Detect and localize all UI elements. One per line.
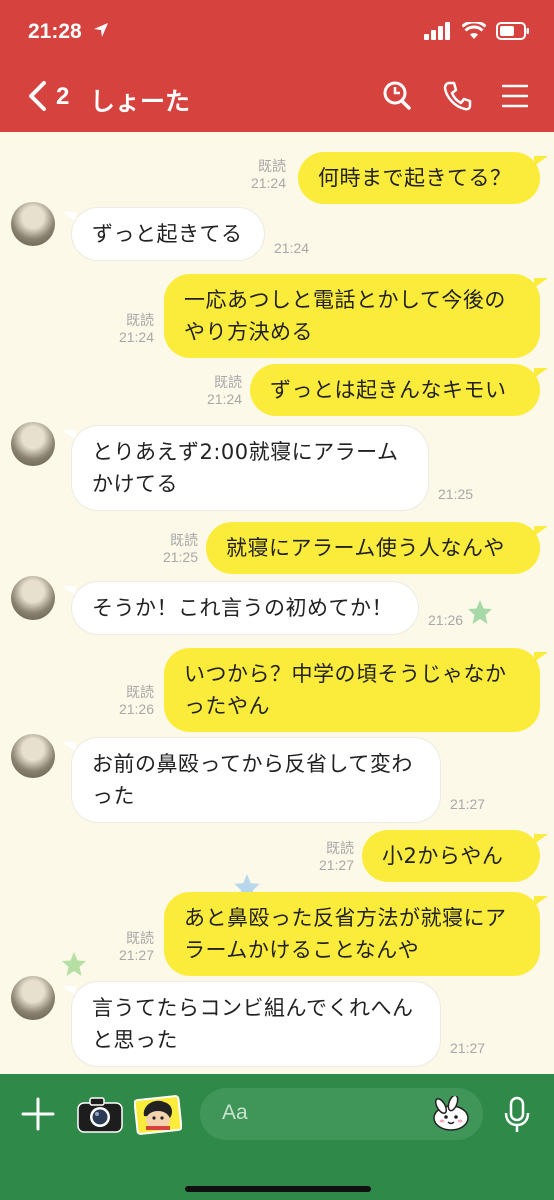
- message-time: 21:24: [206, 391, 242, 407]
- plus-icon[interactable]: [20, 1096, 56, 1132]
- camera-icon[interactable]: [76, 1096, 124, 1134]
- message-line: とりあえず2:00就寝にアラーム: [92, 440, 399, 464]
- unread-count[interactable]: 2: [56, 83, 69, 111]
- signal-icon: [424, 22, 450, 40]
- back-chevron-icon[interactable]: [26, 80, 48, 112]
- message-bubble[interactable]: 何時まで起きてる？: [298, 152, 540, 204]
- message-bubble[interactable]: お前の鼻殴ってから反省して変わ った: [72, 738, 440, 822]
- message-line: お前の鼻殴ってから反省して変わ: [92, 752, 413, 776]
- message-line: と思った: [92, 1028, 178, 1052]
- message-line: ったやん: [184, 694, 270, 718]
- avatar[interactable]: [11, 734, 55, 778]
- read-receipt: 既読: [326, 840, 354, 856]
- message-meta: 既読 21:24: [226, 158, 286, 192]
- message-meta: 既読 21:24: [94, 312, 154, 346]
- bubble-tail: [534, 156, 548, 166]
- status-icons: [424, 22, 530, 40]
- microphone-icon[interactable]: [504, 1096, 530, 1134]
- read-receipt: 既読: [126, 684, 154, 700]
- read-receipt: 既読: [170, 532, 198, 548]
- bubble-tail: [62, 986, 76, 996]
- bubble-tail: [62, 586, 76, 596]
- message-time: 21:27: [450, 796, 486, 812]
- message-meta: 既読 21:25: [138, 532, 198, 566]
- message-line: かけてる: [92, 472, 178, 496]
- message-bubble[interactable]: ずっと起きてる: [72, 208, 264, 260]
- read-receipt: 既読: [214, 374, 242, 390]
- message-line: った: [92, 784, 135, 808]
- bubble-tail: [534, 368, 548, 378]
- message-time: 21:26: [428, 612, 464, 628]
- message-bubble[interactable]: そうか！これ言うの初めてか！: [72, 582, 418, 634]
- avatar[interactable]: [11, 576, 55, 620]
- message-bubble[interactable]: 一応あつしと電話とかして今後の やり方決める: [164, 274, 540, 358]
- message-bubble[interactable]: あと鼻殴った反省方法が就寝にア ラームかけることなんや: [164, 892, 540, 976]
- sticker-icon[interactable]: [134, 1094, 182, 1136]
- message-list[interactable]: 既読 21:24 何時まで起きてる？ ずっと起きてる 21:24 既読 21:24 …: [0, 132, 554, 1074]
- message-time: 21:24: [118, 329, 154, 345]
- header-actions: [382, 80, 528, 112]
- bubble-tail: [62, 430, 76, 440]
- message-bubble[interactable]: 言うてたらコンビ組んでくれへん と思った: [72, 982, 440, 1066]
- message-meta: 既読 21:26: [94, 684, 154, 718]
- home-indicator: [185, 1186, 371, 1192]
- message-time: 21:27: [118, 947, 154, 963]
- message-bubble[interactable]: ずっとは起きんなキモい: [250, 364, 540, 416]
- message-meta: 既読 21:27: [294, 840, 354, 874]
- message-time: 21:27: [450, 1040, 486, 1056]
- read-receipt: 既読: [258, 158, 286, 174]
- message-line: ラームかけることなんや: [184, 938, 420, 962]
- avatar[interactable]: [11, 422, 55, 466]
- menu-icon[interactable]: [502, 80, 528, 112]
- message-bubble[interactable]: とりあえず2:00就寝にアラーム かけてる: [72, 426, 428, 510]
- bubble-tail: [62, 212, 76, 222]
- message-time: 21:27: [318, 857, 354, 873]
- bubble-tail: [534, 526, 548, 536]
- bubble-tail: [62, 742, 76, 752]
- avatar[interactable]: [11, 202, 55, 246]
- message-time: 21:24: [250, 175, 286, 191]
- message-time: 21:25: [162, 549, 198, 565]
- message-bubble[interactable]: 就寝にアラーム使う人なんや: [206, 522, 540, 574]
- message-line: 言うてたらコンビ組んでくれへん: [92, 996, 414, 1020]
- wifi-icon: [462, 22, 486, 39]
- star-icon: [468, 600, 492, 624]
- bubble-tail: [534, 834, 548, 844]
- message-text: ずっと起きてる: [92, 222, 243, 246]
- message-time: 21:26: [118, 701, 154, 717]
- status-time: 21:28: [28, 20, 82, 43]
- bubble-tail: [534, 278, 548, 288]
- message-time: 21:25: [438, 486, 474, 502]
- message-bubble[interactable]: 小2からやん: [362, 830, 540, 882]
- message-text: ずっとは起きんなキモい: [270, 378, 507, 402]
- input-placeholder: Aa: [222, 1101, 248, 1124]
- bubble-tail: [534, 652, 548, 662]
- star-icon: [62, 952, 86, 976]
- message-line: やり方決める: [184, 320, 313, 344]
- message-line: 一応あつしと電話とかして今後の: [184, 288, 506, 312]
- message-line: あと鼻殴った反省方法が就寝にア: [184, 906, 507, 930]
- message-line: いつから？中学の頃そうじゃなか: [184, 662, 507, 686]
- phone-icon[interactable]: [442, 80, 472, 112]
- message-bubble[interactable]: いつから？中学の頃そうじゃなか ったやん: [164, 648, 540, 732]
- read-receipt: 既読: [126, 312, 154, 328]
- message-text: そうか！これ言うの初めてか！: [92, 596, 393, 620]
- location-arrow-icon: [94, 23, 108, 37]
- composer-bar: Aa: [0, 1074, 554, 1200]
- search-icon[interactable]: [382, 80, 412, 112]
- battery-icon: [496, 22, 529, 40]
- chat-header: 21:28 2 しょーた: [0, 0, 554, 132]
- message-time: 21:24: [274, 240, 310, 256]
- read-receipt: 既読: [126, 930, 154, 946]
- message-text: 就寝にアラーム使う人なんや: [226, 536, 505, 560]
- message-meta: 既読 21:24: [182, 374, 242, 408]
- emoji-icon[interactable]: [429, 1096, 471, 1132]
- message-text: 小2からやん: [382, 844, 504, 868]
- bubble-tail: [534, 896, 548, 906]
- avatar[interactable]: [11, 976, 55, 1020]
- chat-title: しょーた: [90, 87, 191, 116]
- message-input[interactable]: Aa: [200, 1088, 483, 1140]
- message-meta: 既読 21:27: [94, 930, 154, 964]
- message-text: 何時まで起きてる？: [318, 166, 512, 190]
